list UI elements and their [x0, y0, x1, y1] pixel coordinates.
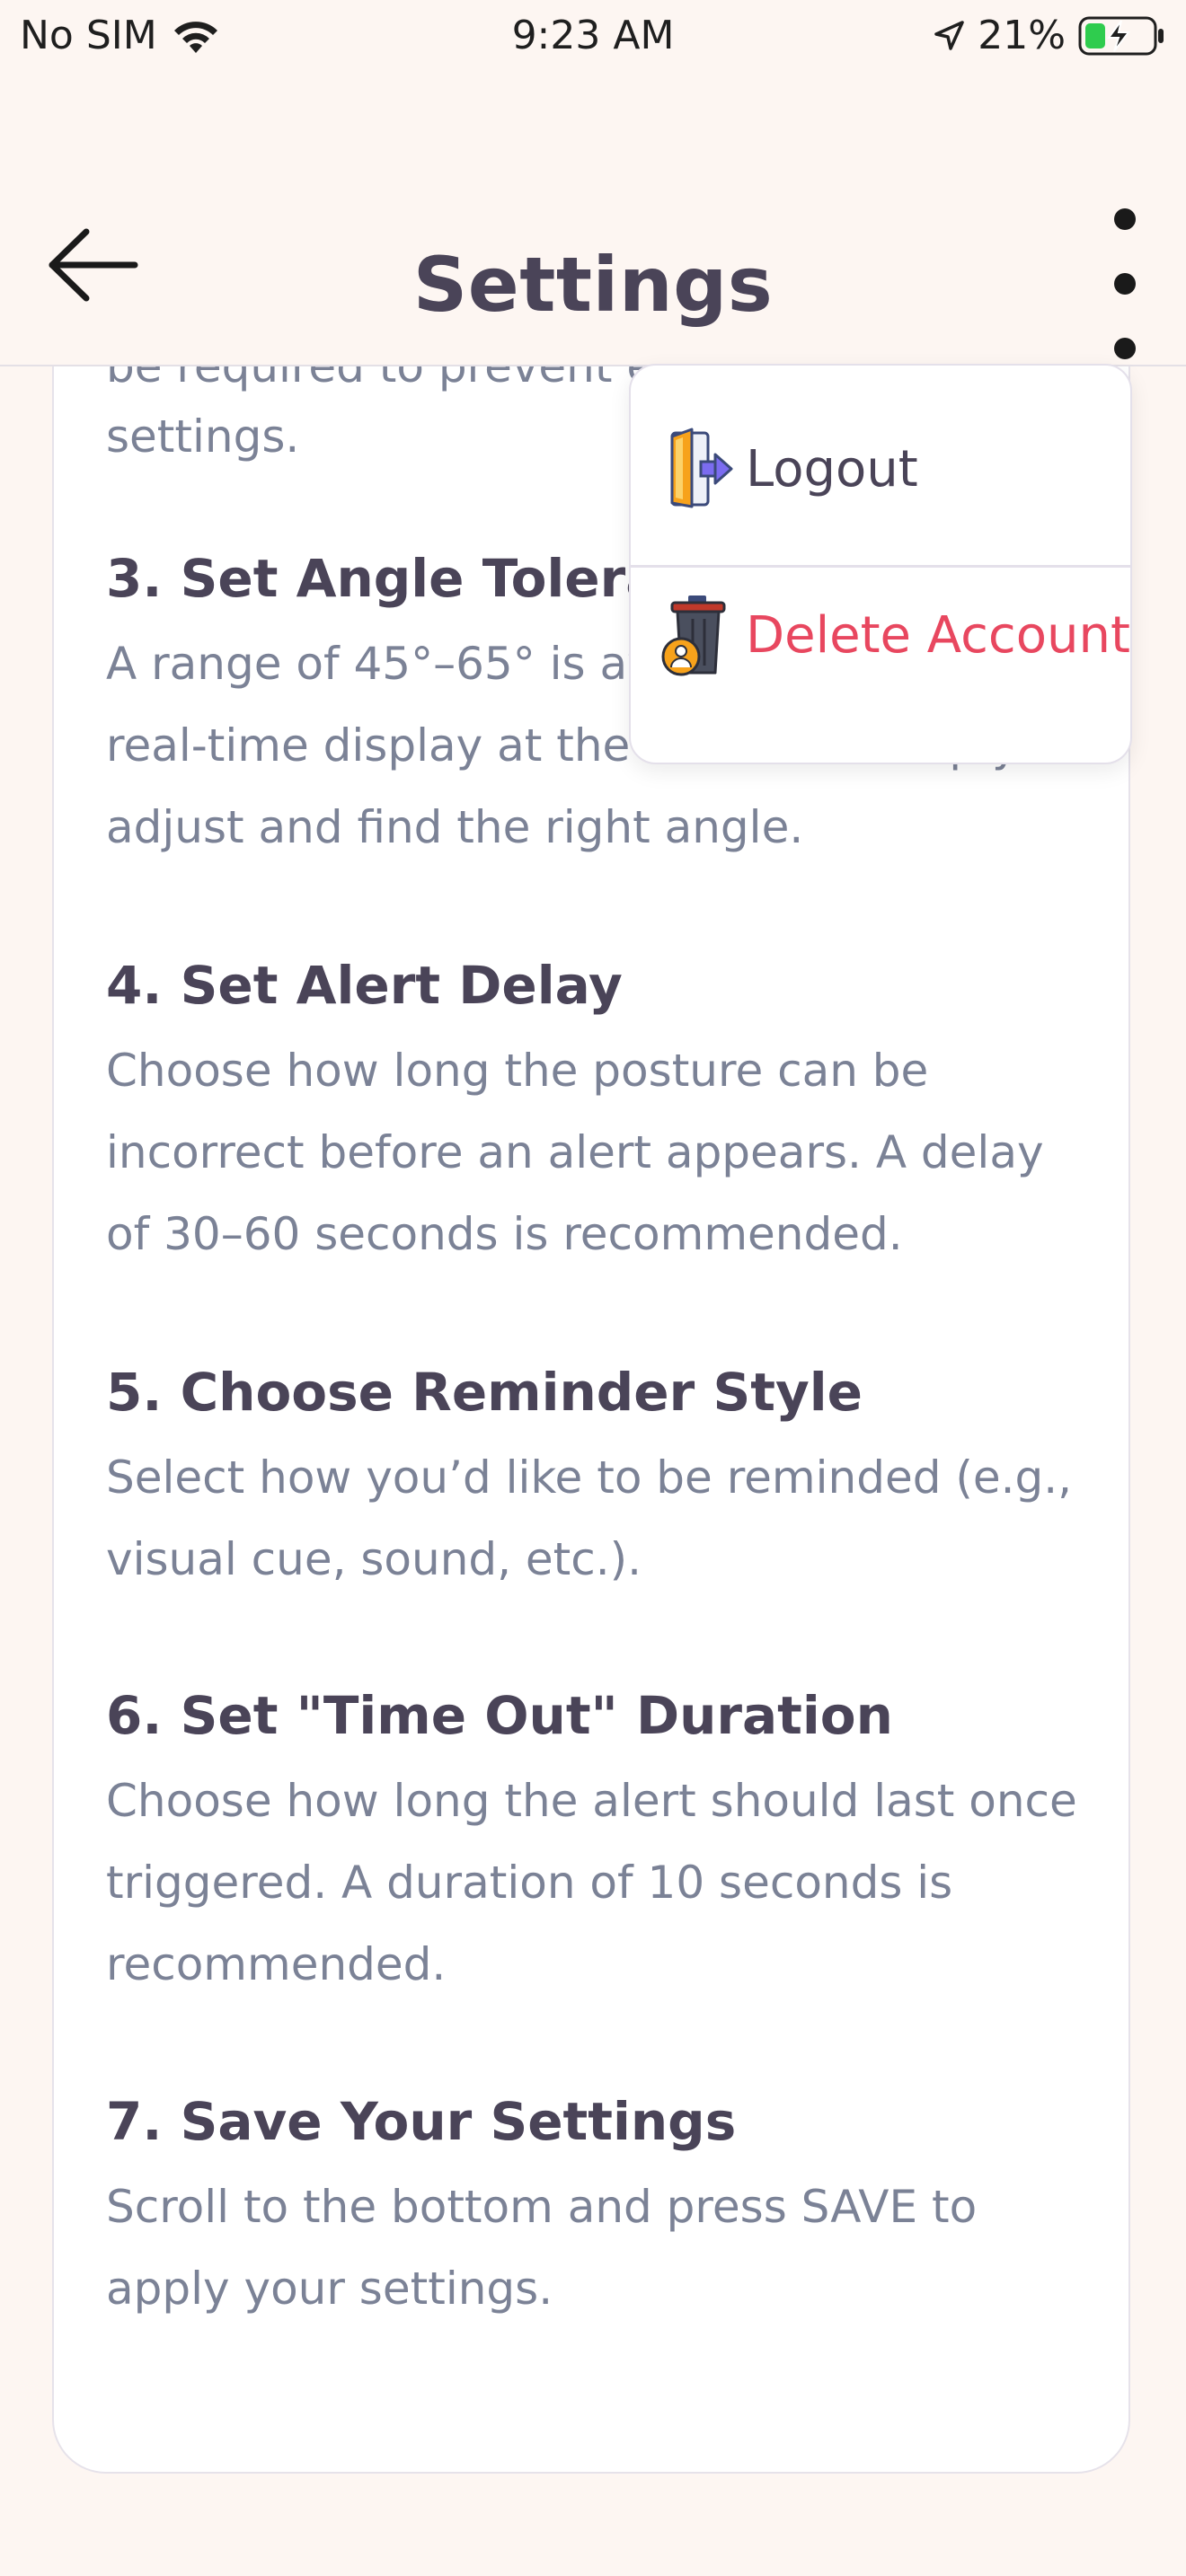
- trash-user-icon: [661, 595, 726, 676]
- logout-button[interactable]: Logout: [631, 401, 1130, 536]
- status-right: 21%: [933, 13, 1166, 58]
- battery-charging-icon: [1078, 16, 1164, 55]
- battery-percent: 21%: [978, 13, 1066, 58]
- step-body: Choose how long the posture can be incor…: [106, 1045, 1044, 1260]
- options-menu: Logout Delete Account: [629, 364, 1132, 764]
- more-vertical-icon-dot: [1114, 273, 1136, 295]
- previous-step-text: settings.: [106, 410, 300, 463]
- clipped-text: be required to prevent e: [106, 366, 655, 393]
- step-item: 7. Save Your Settings Scroll to the bott…: [106, 2089, 1094, 2330]
- step-title: 5. Choose Reminder Style: [106, 1362, 863, 1423]
- step-item: 5. Choose Reminder Style Select how you’…: [106, 1360, 1094, 1601]
- more-vertical-icon: [1114, 208, 1136, 230]
- logout-label: Logout: [746, 439, 918, 498]
- location-icon: [934, 20, 964, 50]
- step-body: Select how you’d like to be reminded (e.…: [106, 1451, 1073, 1585]
- more-vertical-icon-dot: [1114, 338, 1136, 359]
- step-item: 6. Set "Time Out" Duration Choose how lo…: [106, 1683, 1094, 2006]
- step-body: Scroll to the bottom and press SAVE to a…: [106, 2181, 978, 2315]
- step-body: Choose how long the alert should last on…: [106, 1775, 1077, 1990]
- more-options-button[interactable]: [1080, 207, 1170, 359]
- page-title: Settings: [412, 241, 774, 329]
- step-title: 6. Set "Time Out" Duration: [106, 1685, 893, 1746]
- step-title: 7. Save Your Settings: [106, 2091, 737, 2152]
- step-item: 4. Set Alert Delay Choose how long the p…: [106, 953, 1094, 1275]
- delete-account-button[interactable]: Delete Account: [631, 568, 1130, 702]
- logout-door-icon: [670, 428, 733, 508]
- app-header: Settings: [0, 81, 1186, 366]
- status-bar: No SIM 9:23 AM 21%: [0, 0, 1186, 81]
- step-title: 4. Set Alert Delay: [106, 955, 623, 1016]
- delete-account-label: Delete Account: [746, 605, 1130, 665]
